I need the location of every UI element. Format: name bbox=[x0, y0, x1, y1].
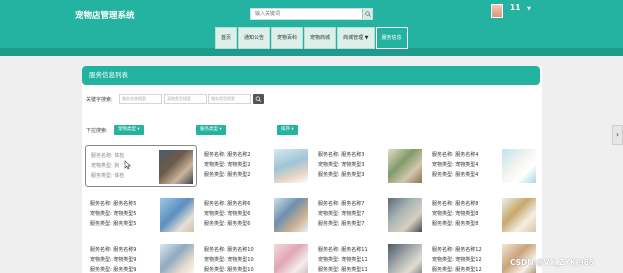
chevron-right-icon[interactable]: › bbox=[612, 125, 623, 145]
service-card[interactable]: 服务名称: 服务名称11 宠物类型: 宠物类型11 服务类型: 服务类型11 bbox=[313, 240, 425, 273]
service-card[interactable]: 服务名称: 服务名称6 宠物类型: 宠物类型6 服务类型: 服务类型6 bbox=[199, 194, 311, 236]
service-card[interactable]: 服务名称: 服务名称8 宠物类型: 宠物类型8 服务类型: 服务类型8 bbox=[427, 194, 539, 236]
service-type-search-input[interactable]: 服务类型搜索 bbox=[208, 94, 251, 104]
search-icon bbox=[365, 11, 371, 17]
panel-title: 服务信息列表 bbox=[82, 66, 540, 85]
nav-pet-mall[interactable]: 宠物商城 bbox=[304, 27, 337, 49]
service-card[interactable]: 服务名称: 体检 宠物类型: 狗服务类型: 体检 bbox=[85, 145, 197, 187]
card-text: 服务名称: 服务名称3 宠物类型: 宠物类型3 服务类型: 服务类型3 bbox=[318, 152, 365, 178]
card-text: 服务名称: 服务名称12 宠物类型: 宠物类型12 服务类型: 服务类型12 bbox=[432, 247, 482, 273]
service-photo bbox=[159, 150, 193, 184]
app-brand[interactable]: 宠物店管理系统 bbox=[75, 9, 135, 21]
header-shade bbox=[0, 48, 623, 56]
chevron-down-icon[interactable]: ▼ bbox=[527, 6, 531, 12]
pet-type-search-input[interactable]: 宠物类型搜索 bbox=[164, 94, 207, 104]
card-text: 服务名称: 服务名称6 宠物类型: 宠物类型6 服务类型: 服务类型6 bbox=[204, 201, 251, 227]
service-name-search-input[interactable]: 服务名称搜索 bbox=[119, 94, 162, 104]
card-text: 服务名称: 服务名称8 宠物类型: 宠物类型8 服务类型: 服务类型8 bbox=[432, 201, 479, 227]
service-card[interactable]: 服务名称: 服务名称2 宠物类型: 宠物类型2 服务类型: 服务类型2 bbox=[199, 145, 311, 187]
service-card[interactable]: 服务名称: 服务名称12 宠物类型: 宠物类型12 服务类型: 服务类型12 bbox=[427, 240, 539, 273]
service-card[interactable]: 服务名称: 服务名称7 宠物类型: 宠物类型7 服务类型: 服务类型7 bbox=[313, 194, 425, 236]
nav-service-info[interactable]: 服务信息 bbox=[375, 27, 408, 49]
service-card[interactable]: 服务名称: 服务名称3 宠物类型: 宠物类型3 服务类型: 服务类型3 bbox=[313, 145, 425, 187]
service-photo bbox=[160, 244, 194, 273]
service-photo bbox=[388, 198, 422, 232]
service-type-dropdown[interactable]: 服务类型 ▾ bbox=[196, 125, 226, 135]
service-card[interactable]: 服务名称: 服务名称5 宠物类型: 宠物类型5 服务类型: 服务类型5 bbox=[85, 194, 197, 236]
cursor-icon bbox=[124, 160, 131, 170]
service-photo bbox=[160, 198, 194, 232]
search-icon bbox=[255, 96, 262, 102]
service-card[interactable]: 服务名称: 服务名称9 宠物类型: 宠物类型9 服务类型: 服务类型9 bbox=[85, 240, 197, 273]
service-card[interactable]: 服务名称: 服务名称4 宠物类型: 宠物类型4 服务类型: 服务类型4 bbox=[427, 145, 539, 187]
nav-mall-management[interactable]: 商城管理 ▼ bbox=[337, 27, 375, 49]
keyword-search-label: 关键字搜索: bbox=[86, 97, 113, 103]
service-photo bbox=[274, 198, 308, 232]
global-search-button[interactable] bbox=[362, 9, 372, 19]
nav-home[interactable]: 首页 bbox=[215, 27, 238, 49]
keyword-search-button[interactable] bbox=[253, 94, 264, 104]
nav-pet-wiki[interactable]: 宠物百科 bbox=[271, 27, 304, 49]
service-photo bbox=[502, 149, 536, 183]
sort-dropdown[interactable]: 排序 ▾ bbox=[277, 125, 298, 135]
card-text: 服务名称: 服务名称4 宠物类型: 宠物类型4 服务类型: 服务类型4 bbox=[432, 152, 479, 178]
dropdown-search-label: 下拉搜索: bbox=[86, 128, 108, 134]
card-text: 服务名称: 服务名称10 宠物类型: 宠物类型10 服务类型: 服务类型10 bbox=[204, 247, 254, 273]
card-text: 服务名称: 体检 宠物类型: 狗服务类型: 体检 bbox=[91, 153, 125, 179]
global-search-input[interactable] bbox=[251, 9, 363, 19]
card-text: 服务名称: 服务名称7 宠物类型: 宠物类型7 服务类型: 服务类型7 bbox=[318, 201, 365, 227]
username[interactable]: 11 bbox=[510, 3, 520, 12]
card-text: 服务名称: 服务名称2 宠物类型: 宠物类型2 服务类型: 服务类型2 bbox=[204, 152, 251, 178]
user-avatar[interactable] bbox=[491, 4, 503, 18]
service-card[interactable]: 服务名称: 服务名称10 宠物类型: 宠物类型10 服务类型: 服务类型10 bbox=[199, 240, 311, 273]
main-nav: 首页 通知公告 宠物百科 宠物商城 商城管理 ▼ 服务信息 bbox=[215, 27, 408, 49]
global-search bbox=[250, 8, 373, 20]
service-photo bbox=[388, 244, 422, 273]
service-photo bbox=[388, 149, 422, 183]
nav-notices[interactable]: 通知公告 bbox=[238, 27, 271, 49]
service-photo bbox=[274, 149, 308, 183]
card-text: 服务名称: 服务名称11 宠物类型: 宠物类型11 服务类型: 服务类型11 bbox=[318, 247, 368, 273]
watermark: CSDN @VX_ZYKJ985 bbox=[510, 258, 595, 267]
service-photo bbox=[502, 198, 536, 232]
card-text: 服务名称: 服务名称9 宠物类型: 宠物类型9 服务类型: 服务类型9 bbox=[90, 247, 137, 273]
card-text: 服务名称: 服务名称5 宠物类型: 宠物类型5 服务类型: 服务类型5 bbox=[90, 201, 137, 227]
pet-type-dropdown[interactable]: 宠物类型 ▾ bbox=[114, 125, 144, 135]
service-photo bbox=[274, 244, 308, 273]
